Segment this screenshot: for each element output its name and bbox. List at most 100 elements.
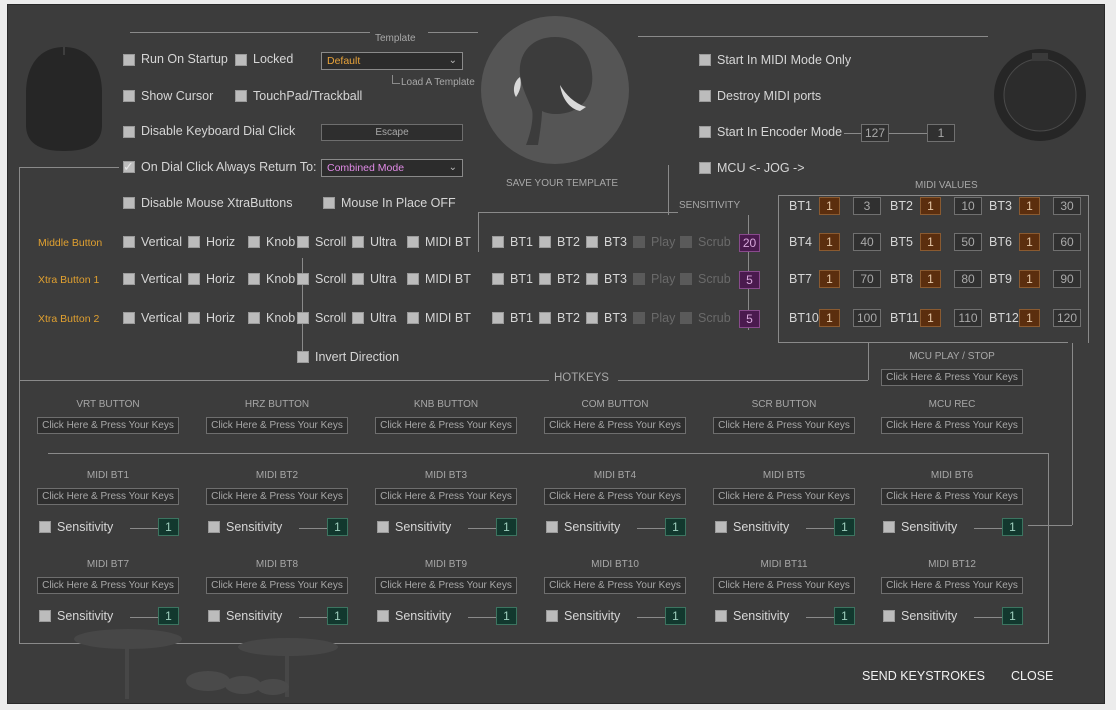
xtra-button-2-knob-checkbox[interactable]	[248, 312, 260, 324]
middle-button-play-checkbox[interactable]	[633, 236, 645, 248]
xtra-button-1-play-checkbox[interactable]	[633, 273, 645, 285]
midi-bt10-hotkey-field[interactable]: Click Here & Press Your Keys	[544, 577, 686, 594]
midi-bt6-hotkey-field[interactable]: Click Here & Press Your Keys	[881, 488, 1023, 505]
midi-bt8-hotkey-field[interactable]: Click Here & Press Your Keys	[206, 577, 348, 594]
scr-button-hotkey-field[interactable]: Click Here & Press Your Keys	[713, 417, 855, 434]
disable-xtrabuttons-checkbox[interactable]	[123, 197, 135, 209]
midi-bt2-sensitivity-value[interactable]: 1	[327, 518, 348, 536]
midi-bt10-value[interactable]: 100	[853, 309, 881, 327]
xtra-button-1-bt3-checkbox[interactable]	[586, 273, 598, 285]
xtra-button-1-scrub-checkbox[interactable]	[680, 273, 692, 285]
midi-bt12-hotkey-field[interactable]: Click Here & Press Your Keys	[881, 577, 1023, 594]
encoder-value-1[interactable]: 1	[927, 124, 955, 142]
run-on-startup-checkbox[interactable]	[123, 54, 135, 66]
midi-bt8-channel[interactable]: 1	[920, 270, 941, 288]
xtra-button-2-ultra-checkbox[interactable]	[352, 312, 364, 324]
middle-button-knob-checkbox[interactable]	[248, 236, 260, 248]
hrz-button-hotkey-field[interactable]: Click Here & Press Your Keys	[206, 417, 348, 434]
midi-bt6-sensitivity-checkbox[interactable]	[883, 521, 895, 533]
xtra-button-1-midi-bt-checkbox[interactable]	[407, 273, 419, 285]
xtra-button-2-scrub-checkbox[interactable]	[680, 312, 692, 324]
middle-button-scroll-checkbox[interactable]	[297, 236, 309, 248]
midi-bt12-sensitivity-checkbox[interactable]	[883, 610, 895, 622]
midi-bt11-value[interactable]: 110	[954, 309, 982, 327]
xtra-button-2-scroll-checkbox[interactable]	[297, 312, 309, 324]
midi-bt4-sensitivity-value[interactable]: 1	[665, 518, 686, 536]
midi-bt2-sensitivity-checkbox[interactable]	[208, 521, 220, 533]
middle-button-horiz-checkbox[interactable]	[188, 236, 200, 248]
middle-button-bt2-checkbox[interactable]	[539, 236, 551, 248]
midi-bt3-sensitivity-value[interactable]: 1	[496, 518, 517, 536]
send-keystrokes-button[interactable]: SEND KEYSTROKES	[862, 669, 985, 683]
midi-bt9-value[interactable]: 90	[1053, 270, 1081, 288]
destroy-midi-checkbox[interactable]	[699, 90, 711, 102]
xtra-button-1-ultra-checkbox[interactable]	[352, 273, 364, 285]
midi-bt1-hotkey-field[interactable]: Click Here & Press Your Keys	[37, 488, 179, 505]
mcu-jog-checkbox[interactable]	[699, 162, 711, 174]
close-button[interactable]: CLOSE	[1011, 669, 1053, 683]
xtra-button-2-vertical-checkbox[interactable]	[123, 312, 135, 324]
return-mode-select[interactable]: Combined Mode ⌄	[321, 159, 463, 177]
midi-bt11-sensitivity-value[interactable]: 1	[834, 607, 855, 625]
save-template-button[interactable]: SAVE YOUR TEMPLATE	[506, 178, 618, 189]
xtra-button-2-bt1-checkbox[interactable]	[492, 312, 504, 324]
midi-bt7-channel[interactable]: 1	[819, 270, 840, 288]
midi-bt4-hotkey-field[interactable]: Click Here & Press Your Keys	[544, 488, 686, 505]
middle-button-ultra-checkbox[interactable]	[352, 236, 364, 248]
middle-button-bt1-checkbox[interactable]	[492, 236, 504, 248]
midi-bt7-sensitivity-checkbox[interactable]	[39, 610, 51, 622]
xtra-button-2-bt2-checkbox[interactable]	[539, 312, 551, 324]
xtra-button-2-play-checkbox[interactable]	[633, 312, 645, 324]
midi-bt7-hotkey-field[interactable]: Click Here & Press Your Keys	[37, 577, 179, 594]
midi-bt10-sensitivity-value[interactable]: 1	[665, 607, 686, 625]
escape-key-field[interactable]: Escape	[321, 124, 463, 141]
midi-bt2-value[interactable]: 10	[954, 197, 982, 215]
vrt-button-hotkey-field[interactable]: Click Here & Press Your Keys	[37, 417, 179, 434]
midi-bt12-value[interactable]: 120	[1053, 309, 1081, 327]
midi-bt5-channel[interactable]: 1	[920, 233, 941, 251]
load-template-label[interactable]: Load A Template	[401, 77, 475, 88]
midi-bt9-hotkey-field[interactable]: Click Here & Press Your Keys	[375, 577, 517, 594]
midi-bt10-sensitivity-checkbox[interactable]	[546, 610, 558, 622]
midi-bt11-channel[interactable]: 1	[920, 309, 941, 327]
midi-bt6-channel[interactable]: 1	[1019, 233, 1040, 251]
midi-bt5-sensitivity-value[interactable]: 1	[834, 518, 855, 536]
midi-bt9-sensitivity-checkbox[interactable]	[377, 610, 389, 622]
xtra-button-1-bt2-checkbox[interactable]	[539, 273, 551, 285]
midi-bt10-channel[interactable]: 1	[819, 309, 840, 327]
touchpad-checkbox[interactable]	[235, 90, 247, 102]
midi-bt6-value[interactable]: 60	[1053, 233, 1081, 251]
middle-button-scrub-checkbox[interactable]	[680, 236, 692, 248]
middle-button-vertical-checkbox[interactable]	[123, 236, 135, 248]
mcu-play-stop-hotkey-field[interactable]: Click Here & Press Your Keys	[881, 369, 1023, 386]
xtra-button-1-knob-checkbox[interactable]	[248, 273, 260, 285]
show-cursor-checkbox[interactable]	[123, 90, 135, 102]
mouse-in-place-checkbox[interactable]	[323, 197, 335, 209]
com-button-hotkey-field[interactable]: Click Here & Press Your Keys	[544, 417, 686, 434]
template-select[interactable]: Default ⌄	[321, 52, 463, 70]
xtra-button-2-midi-bt-checkbox[interactable]	[407, 312, 419, 324]
xtra-button-1-bt1-checkbox[interactable]	[492, 273, 504, 285]
midi-bt12-sensitivity-value[interactable]: 1	[1002, 607, 1023, 625]
midi-bt3-value[interactable]: 30	[1053, 197, 1081, 215]
encoder-value-127[interactable]: 127	[861, 124, 889, 142]
midi-bt11-hotkey-field[interactable]: Click Here & Press Your Keys	[713, 577, 855, 594]
midi-bt8-sensitivity-value[interactable]: 1	[327, 607, 348, 625]
xtra-button-1-vertical-checkbox[interactable]	[123, 273, 135, 285]
midi-bt3-sensitivity-checkbox[interactable]	[377, 521, 389, 533]
xtra-button-2-sensitivity-value[interactable]: 5	[739, 310, 760, 328]
midi-bt5-hotkey-field[interactable]: Click Here & Press Your Keys	[713, 488, 855, 505]
invert-direction-checkbox[interactable]	[297, 351, 309, 363]
midi-bt4-value[interactable]: 40	[853, 233, 881, 251]
locked-checkbox[interactable]	[235, 54, 247, 66]
midi-bt3-hotkey-field[interactable]: Click Here & Press Your Keys	[375, 488, 517, 505]
xtra-button-2-horiz-checkbox[interactable]	[188, 312, 200, 324]
midi-bt2-hotkey-field[interactable]: Click Here & Press Your Keys	[206, 488, 348, 505]
midi-bt5-sensitivity-checkbox[interactable]	[715, 521, 727, 533]
midi-bt8-value[interactable]: 80	[954, 270, 982, 288]
midi-bt3-channel[interactable]: 1	[1019, 197, 1040, 215]
midi-bt6-sensitivity-value[interactable]: 1	[1002, 518, 1023, 536]
midi-bt1-channel[interactable]: 1	[819, 197, 840, 215]
midi-bt11-sensitivity-checkbox[interactable]	[715, 610, 727, 622]
midi-bt1-sensitivity-value[interactable]: 1	[158, 518, 179, 536]
